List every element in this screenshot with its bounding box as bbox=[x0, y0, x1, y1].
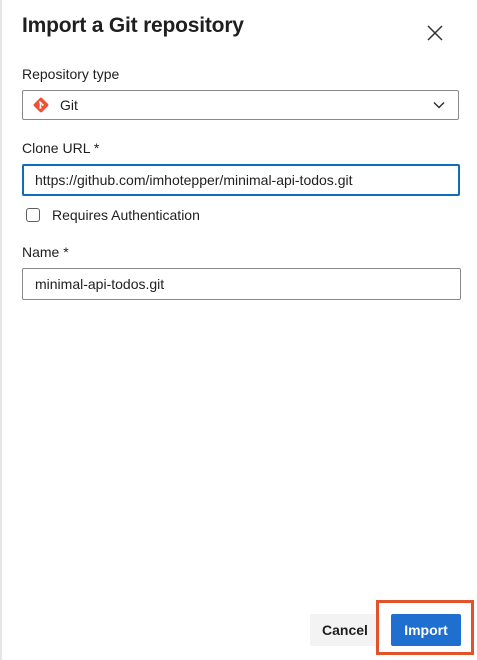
requires-authentication-label[interactable]: Requires Authentication bbox=[52, 207, 200, 223]
chevron-down-icon bbox=[433, 101, 445, 109]
requires-authentication-row[interactable]: Requires Authentication bbox=[26, 207, 200, 223]
close-icon bbox=[427, 25, 443, 41]
import-button[interactable]: Import bbox=[391, 614, 461, 646]
close-button[interactable] bbox=[424, 22, 446, 44]
clone-url-input[interactable] bbox=[22, 164, 460, 196]
dialog-title: Import a Git repository bbox=[22, 14, 244, 37]
panel-left-edge bbox=[0, 0, 2, 660]
repository-type-value: Git bbox=[60, 97, 78, 113]
cancel-button[interactable]: Cancel bbox=[310, 614, 380, 646]
requires-authentication-checkbox[interactable] bbox=[26, 208, 40, 222]
repository-type-label: Repository type bbox=[22, 66, 120, 82]
name-label: Name * bbox=[22, 244, 69, 260]
clone-url-label: Clone URL * bbox=[22, 140, 100, 156]
name-input[interactable] bbox=[22, 268, 461, 300]
git-icon bbox=[33, 97, 49, 113]
repository-type-select[interactable]: Git bbox=[22, 90, 459, 120]
